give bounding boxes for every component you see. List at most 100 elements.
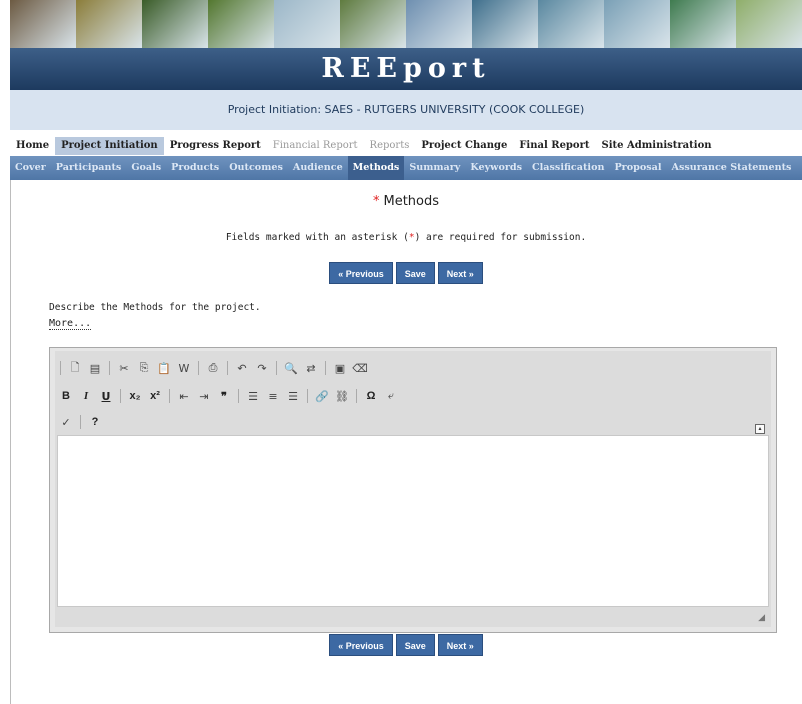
banner-photo bbox=[208, 0, 274, 48]
blockquote-icon[interactable]: ❞ bbox=[215, 387, 233, 405]
editor-toolbar-row-3: ✓ ? bbox=[57, 412, 104, 432]
banner-photo bbox=[736, 0, 802, 48]
toolbar-separator bbox=[307, 389, 308, 403]
find-icon[interactable]: 🔍 bbox=[282, 359, 300, 377]
bottom-button-row: « Previous Save Next » bbox=[10, 634, 802, 656]
toolbar-separator bbox=[169, 389, 170, 403]
link-icon[interactable]: 🔗 bbox=[313, 387, 331, 405]
preview-icon[interactable]: 🗋 bbox=[66, 359, 84, 377]
main-menu-item-site-administration[interactable]: Site Administration bbox=[595, 137, 717, 155]
tab-proposal[interactable]: Proposal bbox=[609, 156, 666, 180]
spellcheck-icon[interactable]: ✓ bbox=[57, 413, 75, 431]
align-left-icon[interactable]: ☰ bbox=[244, 387, 262, 405]
tab-methods[interactable]: Methods bbox=[347, 156, 405, 180]
bold-icon[interactable]: B bbox=[57, 387, 75, 405]
rich-text-editor: 🗋 ▤ ✂ ⎘ 📋 W ⎙ ↶ ↷ 🔍 ⇄ ▣ ⌫ B I U x₂ x² ⇤ … bbox=[49, 347, 777, 633]
indent-icon[interactable]: ⇥ bbox=[195, 387, 213, 405]
tab-products[interactable]: Products bbox=[166, 156, 224, 180]
tab-goals[interactable]: Goals bbox=[126, 156, 166, 180]
main-menu: Home Project Initiation Progress Report Fin… bbox=[10, 137, 802, 155]
banner-photo bbox=[76, 0, 142, 48]
paste-word-icon[interactable]: W bbox=[175, 359, 193, 377]
toolbar-separator bbox=[109, 361, 110, 375]
app-title: REEport bbox=[10, 48, 802, 90]
page-title-text: Methods bbox=[383, 194, 440, 209]
editor-chrome: 🗋 ▤ ✂ ⎘ 📋 W ⎙ ↶ ↷ 🔍 ⇄ ▣ ⌫ B I U x₂ x² ⇤ … bbox=[55, 351, 771, 627]
header-banner bbox=[10, 0, 802, 48]
replace-icon[interactable]: ⇄ bbox=[302, 359, 320, 377]
banner-photo bbox=[604, 0, 670, 48]
toolbar-separator bbox=[120, 389, 121, 403]
subscript-icon[interactable]: x₂ bbox=[126, 387, 144, 405]
align-right-icon[interactable]: ☰ bbox=[284, 387, 302, 405]
banner-photo bbox=[538, 0, 604, 48]
unlink-icon[interactable]: ⛓ bbox=[333, 387, 351, 405]
toolbar-separator bbox=[198, 361, 199, 375]
tab-outcomes[interactable]: Outcomes bbox=[224, 156, 288, 180]
page-title: * Methods bbox=[10, 194, 802, 209]
collapse-toolbar-icon[interactable]: ▴ bbox=[755, 424, 765, 434]
banner-photo bbox=[142, 0, 208, 48]
toolbar-separator bbox=[227, 361, 228, 375]
cut-icon[interactable]: ✂ bbox=[115, 359, 133, 377]
previous-button[interactable]: « Previous bbox=[329, 634, 393, 656]
templates-icon[interactable]: ▤ bbox=[86, 359, 104, 377]
editor-text-area[interactable] bbox=[57, 435, 769, 607]
page-subtitle: Project Initiation: SAES - RUTGERS UNIVE… bbox=[10, 90, 802, 130]
main-menu-item-home[interactable]: Home bbox=[10, 137, 55, 155]
help-icon[interactable]: ? bbox=[86, 413, 104, 431]
underline-icon[interactable]: U bbox=[97, 387, 115, 405]
tab-summary[interactable]: Summary bbox=[404, 156, 465, 180]
special-char-icon[interactable]: Ω bbox=[362, 387, 380, 405]
copy-icon[interactable]: ⎘ bbox=[135, 359, 153, 377]
toolbar-separator bbox=[325, 361, 326, 375]
main-menu-item-reports: Reports bbox=[369, 140, 410, 151]
select-all-icon[interactable]: ▣ bbox=[331, 359, 349, 377]
outdent-icon[interactable]: ⇤ bbox=[175, 387, 193, 405]
sub-menu: Cover Participants Goals Products Outcomes Au… bbox=[10, 156, 802, 180]
tab-classification[interactable]: Classification bbox=[527, 156, 609, 180]
banner-photo bbox=[472, 0, 538, 48]
more-link[interactable]: More... bbox=[49, 318, 92, 330]
undo-icon[interactable]: ↶ bbox=[233, 359, 251, 377]
editor-toolbar-row-1: 🗋 ▤ ✂ ⎘ 📋 W ⎙ ↶ ↷ 🔍 ⇄ ▣ ⌫ bbox=[57, 358, 369, 378]
banner-photo bbox=[274, 0, 340, 48]
paste-icon[interactable]: 📋 bbox=[155, 359, 173, 377]
toolbar-separator bbox=[276, 361, 277, 375]
tab-participants[interactable]: Participants bbox=[51, 156, 127, 180]
italic-icon[interactable]: I bbox=[77, 387, 95, 405]
tab-assurance-statements[interactable]: Assurance Statements bbox=[667, 156, 797, 180]
next-button[interactable]: Next » bbox=[437, 262, 483, 284]
required-note-post: ) are required for submission. bbox=[414, 232, 587, 243]
eraser-icon[interactable]: ⌫ bbox=[351, 359, 369, 377]
next-button[interactable]: Next » bbox=[437, 634, 483, 656]
resize-handle-icon[interactable]: ◢ bbox=[758, 613, 765, 623]
page-border bbox=[10, 180, 11, 704]
main-menu-item-project-initiation[interactable]: Project Initiation bbox=[55, 137, 164, 155]
main-menu-item-financial-report: Financial Report bbox=[272, 140, 358, 151]
previous-button[interactable]: « Previous bbox=[329, 262, 393, 284]
save-button[interactable]: Save bbox=[395, 262, 435, 284]
superscript-icon[interactable]: x² bbox=[146, 387, 164, 405]
main-menu-item-progress-report[interactable]: Progress Report bbox=[164, 137, 267, 155]
tab-submit[interactable]: Submit bbox=[796, 156, 802, 180]
print-icon[interactable]: ⎙ bbox=[204, 359, 222, 377]
banner-photo bbox=[406, 0, 472, 48]
banner-photo bbox=[670, 0, 736, 48]
toolbar-separator bbox=[80, 415, 81, 429]
main-menu-item-final-report[interactable]: Final Report bbox=[513, 137, 595, 155]
main-menu-item-project-change[interactable]: Project Change bbox=[415, 137, 513, 155]
save-button[interactable]: Save bbox=[395, 634, 435, 656]
tab-audience[interactable]: Audience bbox=[288, 156, 348, 180]
toolbar-separator bbox=[238, 389, 239, 403]
editor-toolbar-row-2: B I U x₂ x² ⇤ ⇥ ❞ ☰ ≡ ☰ 🔗 ⛓ Ω ⤶ bbox=[57, 386, 400, 406]
tab-cover[interactable]: Cover bbox=[10, 156, 51, 180]
toolbar-separator bbox=[60, 361, 61, 375]
field-description: Describe the Methods for the project. bbox=[49, 302, 261, 313]
align-center-icon[interactable]: ≡ bbox=[264, 387, 282, 405]
page-break-icon[interactable]: ⤶ bbox=[382, 387, 400, 405]
tab-keywords[interactable]: Keywords bbox=[465, 156, 527, 180]
redo-icon[interactable]: ↷ bbox=[253, 359, 271, 377]
required-star: * bbox=[372, 194, 380, 209]
required-note-pre: Fields marked with an asterisk ( bbox=[225, 232, 409, 243]
